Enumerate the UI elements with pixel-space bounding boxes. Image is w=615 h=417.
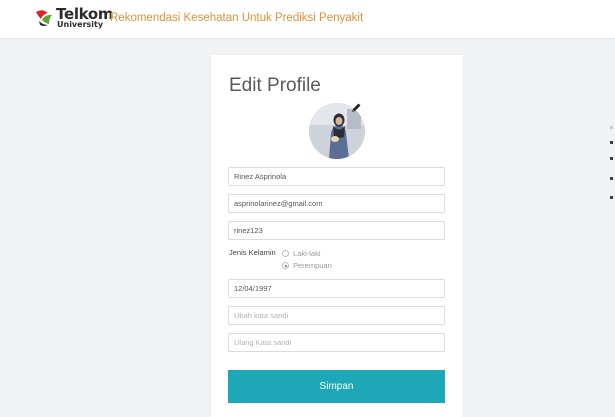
edge-fragment xyxy=(610,157,613,160)
logo-text-university: University xyxy=(57,20,104,29)
name-field[interactable] xyxy=(228,167,445,186)
radio-button-laki-laki[interactable] xyxy=(282,250,289,257)
top-navbar: Telkom University Rekomendasi Kesehatan … xyxy=(0,0,615,39)
confirm-password-field[interactable] xyxy=(228,333,445,352)
pencil-icon[interactable] xyxy=(349,101,363,115)
edge-fragment xyxy=(610,126,613,129)
app-title: Rekomendasi Kesehatan Untuk Prediksi Pen… xyxy=(110,12,364,24)
gender-option-label: Perempuan xyxy=(293,261,332,270)
username-field[interactable] xyxy=(228,221,445,240)
email-field[interactable] xyxy=(228,194,445,213)
gender-option-perempuan[interactable]: Perempuan xyxy=(282,260,332,271)
gender-option-label: Laki-laki xyxy=(293,249,321,258)
gender-label: Jenis Kelamin xyxy=(229,248,276,257)
gender-option-laki-laki[interactable]: Laki-laki xyxy=(282,248,321,259)
edge-fragment xyxy=(610,196,613,199)
edge-fragment xyxy=(610,177,613,180)
save-button[interactable]: Simpan xyxy=(228,370,445,403)
page-title: Edit Profile xyxy=(229,75,321,96)
telkom-university-logo[interactable]: Telkom University xyxy=(34,6,114,32)
birthdate-field[interactable] xyxy=(228,279,445,298)
edit-profile-card: Edit Profile Jenis Kelamin Laki-laki Per… xyxy=(211,55,463,417)
radio-button-perempuan[interactable] xyxy=(282,262,289,269)
telkom-logo-icon xyxy=(36,10,52,26)
edge-fragment xyxy=(610,141,613,144)
new-password-field[interactable] xyxy=(228,306,445,325)
